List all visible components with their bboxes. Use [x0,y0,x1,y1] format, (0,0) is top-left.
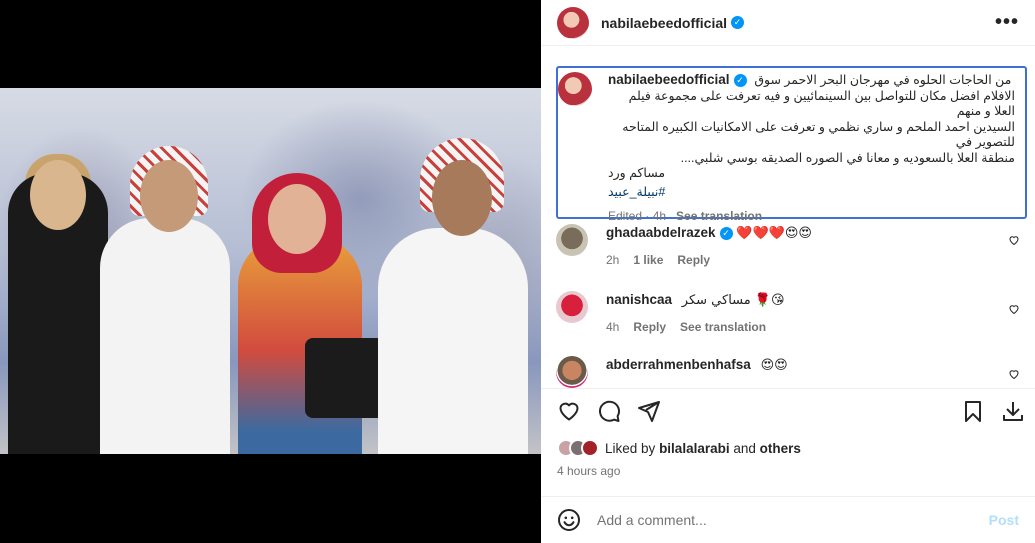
add-comment-input[interactable] [597,512,989,528]
caption-edited-time: Edited · 4h [608,208,667,223]
comment-item: ghadaabdelrazek ✓ ❤️❤️❤️😍😍 2h 1 like Reply [556,224,1026,269]
comments-list[interactable]: nabilaebeedofficial ✓ من الحاجات الحلوه ف… [541,46,1035,388]
verified-badge-icon: ✓ [719,227,733,240]
liked-by-text: Liked by bilalalarabi and others [605,441,801,456]
caption-text-line: السيدين احمد الملحم و ساري نظمي و تعرفت … [622,119,1015,150]
comment-item: abderrahmenbenhafsa 😍😍 [556,356,1026,388]
bookmark-icon[interactable] [961,399,985,423]
commenter-avatar[interactable] [556,291,588,323]
author-avatar[interactable] [557,6,589,39]
person-figure [100,218,230,454]
see-translation-link[interactable]: See translation [680,320,766,334]
caption-author-avatar[interactable] [558,72,592,106]
verified-badge-icon: ✓ [731,16,745,29]
see-translation-link[interactable]: See translation [676,209,762,223]
reply-button[interactable]: Reply [677,253,710,267]
smiley-icon[interactable] [557,508,581,532]
comment-like-heart-icon[interactable] [1008,234,1020,246]
verified-badge-icon: ✓ [733,73,747,87]
share-icon[interactable] [637,399,661,423]
post-side-panel: nabilaebeedofficial ✓ ••• nabilaebeedoff… [541,0,1035,543]
caption-hashtag[interactable]: #نبيلة_عبيد [608,184,1015,200]
caption-text-line: من الحاجات الحلوه في مهرجان البحر الاحمر… [754,73,1012,87]
reply-button[interactable]: Reply [633,320,666,334]
heart-icon[interactable] [557,399,581,423]
author-username[interactable]: nabilaebeedofficial [601,15,727,31]
commenter-username[interactable]: nanishcaa [606,292,672,307]
person-face [432,160,492,236]
comment-meta: 2h 1 like Reply [606,252,1026,269]
comment-text: ❤️❤️❤️😍😍 [736,226,812,241]
post-header: nabilaebeedofficial ✓ ••• [541,0,1035,46]
handbag [305,338,385,418]
comment-text: مساكي سكر 🌹😘 [681,293,785,308]
liked-by-and: and [733,440,756,456]
comment-like-heart-icon[interactable] [1008,368,1020,380]
post-actions-bar [541,388,1035,436]
download-icon[interactable] [1001,399,1025,423]
caption-text-line: منطقة العلا بالسعوديه و معانا في الصوره … [680,150,1015,165]
caption-username[interactable]: nabilaebeedofficial [608,72,730,87]
commenter-username[interactable]: ghadaabdelrazek [606,225,716,240]
person-face [140,160,198,232]
post-timestamp[interactable]: 4 hours ago [557,464,620,478]
add-comment-bar: Post [541,496,1035,543]
post-comment-button[interactable]: Post [989,512,1019,528]
caption-meta: Edited · 4h See translation [608,208,1015,224]
comment-text: 😍😍 [760,358,788,373]
more-options-icon[interactable]: ••• [995,11,1019,34]
caption-text-line: الافلام افضل مكان للتواصل بين السينمائيي… [628,88,1015,119]
comment-time: 2h [606,253,620,267]
comment-icon[interactable] [597,399,621,423]
person-face [30,160,86,230]
post-caption: nabilaebeedofficial ✓ من الحاجات الحلوه ف… [556,66,1027,223]
comment-like-heart-icon[interactable] [1008,303,1020,315]
liked-by-prefix: Liked by [605,440,656,456]
comment-meta: 4h Reply See translation [606,319,1026,336]
liker-avatar[interactable] [581,439,599,457]
commenter-avatar[interactable] [556,356,588,388]
post-photo[interactable] [0,88,541,454]
post-media [0,0,541,543]
comment-likes-count[interactable]: 1 like [633,253,663,267]
liked-by-others-link[interactable]: others [760,441,801,456]
person-face [268,184,326,254]
commenter-avatar[interactable] [556,224,588,256]
caption-text-line: مساكم ورد [608,166,666,180]
comment-item: nanishcaa مساكي سكر 🌹😘 4h Reply See transl… [556,291,1026,336]
liked-by-row: Liked by bilalalarabi and others [557,439,801,457]
person-figure [378,228,528,454]
comment-time: 4h [606,320,620,334]
commenter-username[interactable]: abderrahmenbenhafsa [606,357,751,372]
liked-by-username[interactable]: bilalalarabi [659,441,730,456]
